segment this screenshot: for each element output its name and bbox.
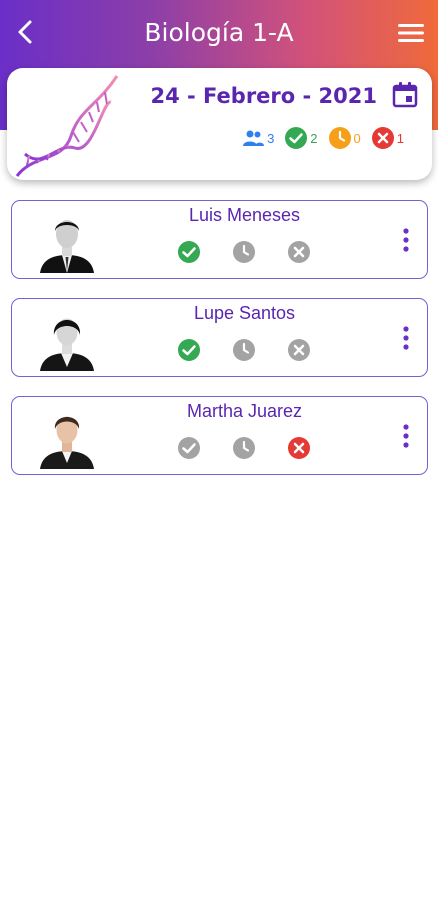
- stat-total-count: 3: [267, 130, 275, 146]
- student-list: Luis Meneses Lupe Santos Martha Juarez: [11, 200, 428, 494]
- student-name: Luis Meneses: [188, 205, 301, 225]
- student-name: Martha Juarez: [186, 401, 303, 421]
- student-card[interactable]: Lupe Santos: [11, 298, 428, 377]
- stat-absent-count: 1: [396, 130, 404, 146]
- avatar: [36, 207, 98, 273]
- present-check-icon[interactable]: [177, 338, 201, 362]
- status-selector: [177, 338, 342, 362]
- group-icon: [243, 130, 265, 146]
- status-selector: [177, 240, 342, 264]
- calendar-icon[interactable]: [390, 80, 420, 110]
- page-title: Biología 1-A: [144, 18, 294, 47]
- stat-present: 2: [284, 126, 318, 150]
- stat-late: 0: [328, 126, 361, 150]
- student-card[interactable]: Luis Meneses: [11, 200, 428, 279]
- hamburger-menu-icon[interactable]: [396, 20, 426, 46]
- avatar: [36, 305, 98, 371]
- more-options-icon[interactable]: [401, 325, 411, 351]
- stat-late-count: 0: [353, 130, 361, 146]
- present-check-icon[interactable]: [177, 436, 201, 460]
- check-circle-icon: [285, 127, 308, 149]
- late-clock-icon[interactable]: [232, 338, 256, 362]
- x-circle-icon: [371, 127, 394, 149]
- absent-x-icon[interactable]: [287, 436, 311, 460]
- attendance-stats: 3 2 0 1: [231, 126, 404, 150]
- avatar: [36, 403, 98, 469]
- date-summary-card: 24 - Febrero - 2021 3 2 0 1: [7, 68, 432, 180]
- stat-absent: 1: [371, 126, 404, 150]
- more-options-icon[interactable]: [401, 423, 411, 449]
- dna-illustration-icon: [15, 75, 119, 177]
- date-label: 24 - Febrero - 2021: [150, 84, 378, 108]
- late-clock-icon[interactable]: [232, 436, 256, 460]
- absent-x-icon[interactable]: [287, 240, 311, 264]
- student-card[interactable]: Martha Juarez: [11, 396, 428, 475]
- status-selector: [177, 436, 342, 460]
- present-check-icon[interactable]: [177, 240, 201, 264]
- student-name: Lupe Santos: [193, 303, 296, 323]
- stat-total: 3: [241, 126, 274, 150]
- clock-icon: [328, 127, 351, 149]
- late-clock-icon[interactable]: [232, 240, 256, 264]
- more-options-icon[interactable]: [401, 227, 411, 253]
- absent-x-icon[interactable]: [287, 338, 311, 362]
- stat-present-count: 2: [310, 130, 318, 146]
